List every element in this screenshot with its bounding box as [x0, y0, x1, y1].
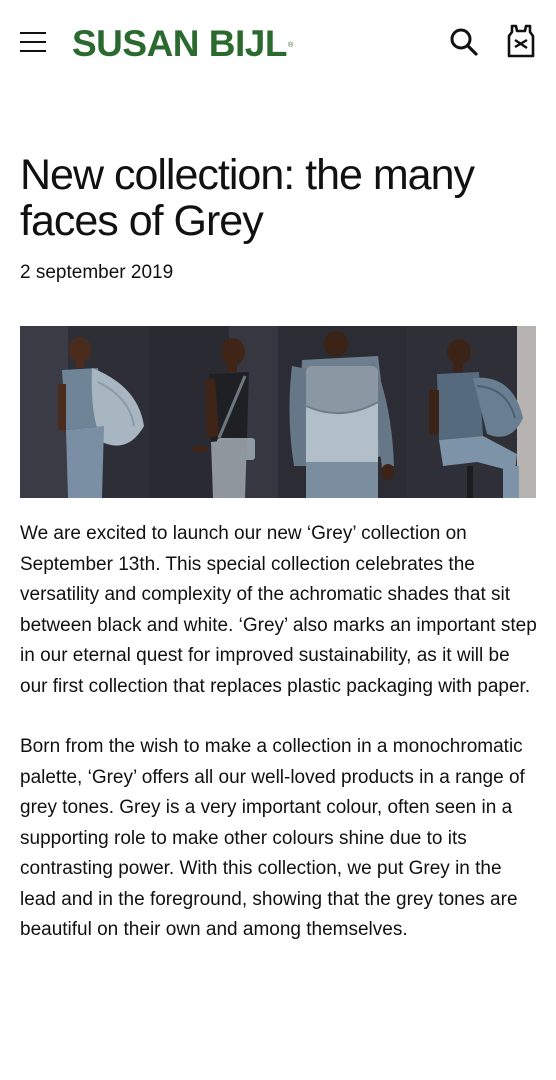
article-paragraph-1: We are excited to launch our new ‘Grey’ …: [20, 523, 537, 697]
hero-panel-2: [149, 326, 278, 498]
article-title: New collection: the many faces of Grey: [20, 151, 475, 245]
hero-panel-4: [407, 326, 536, 498]
site-header: SUSAN BIJL®: [0, 0, 556, 88]
search-icon[interactable]: [448, 26, 480, 58]
logo-text: SUSAN BIJL: [72, 23, 287, 64]
article-body: We are excited to launch our new ‘Grey’ …: [20, 519, 540, 976]
shopping-bag-icon[interactable]: [506, 22, 536, 60]
collection-hero-image: [20, 326, 536, 498]
hero-panel-3: [278, 326, 407, 498]
article-date: 2 september 2019: [20, 262, 174, 283]
hero-panel-1: [20, 326, 149, 498]
registered-mark: ®: [287, 42, 293, 49]
brand-logo[interactable]: SUSAN BIJL®: [72, 23, 293, 64]
hamburger-menu-icon[interactable]: [20, 30, 46, 54]
article-paragraph-2: Born from the wish to make a collection …: [20, 736, 525, 940]
